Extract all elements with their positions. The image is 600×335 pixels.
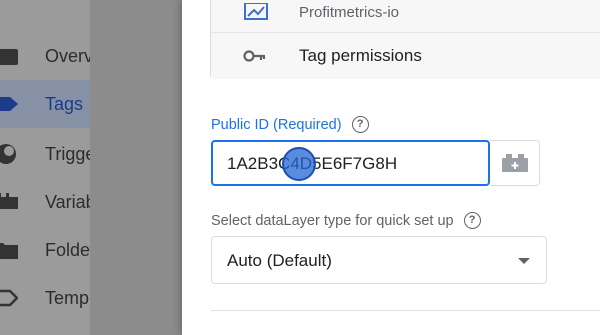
sidebar-item-variables[interactable]: Variab (0, 178, 96, 226)
template-icon (0, 289, 18, 307)
tag-permissions-row[interactable]: Tag permissions (211, 33, 600, 79)
template-row[interactable]: Profitmetrics-io (211, 0, 600, 33)
folder-icon (0, 243, 18, 259)
variable-icon (0, 193, 18, 209)
tag-permissions-label: Tag permissions (299, 46, 422, 65)
variable-picker-icon (501, 154, 528, 172)
tag-icon (0, 97, 18, 111)
sidebar-item-tags[interactable]: Tags (0, 80, 90, 128)
sidebar: Overv Tags Trigge Variab Folde Temp (0, 0, 96, 335)
key-icon (243, 50, 266, 62)
datalayer-label: Select dataLayer type for quick set up ? (211, 212, 481, 229)
sidebar-item-label: Trigge (45, 143, 96, 164)
sidebar-item-templates[interactable]: Temp (0, 274, 90, 322)
help-icon[interactable]: ? (463, 212, 481, 229)
click-indicator (282, 147, 316, 181)
public-id-input[interactable] (227, 152, 477, 176)
sidebar-item-triggers[interactable]: Trigge (0, 130, 95, 178)
overlay-scrim[interactable] (90, 0, 182, 335)
sidebar-item-label: Tags (45, 93, 84, 114)
sidebar-item-folders[interactable]: Folde (0, 226, 90, 274)
trigger-icon (0, 144, 16, 164)
template-info-card: Profitmetrics-io Tag permissions (210, 0, 600, 79)
datalayer-selected-value: Auto (Default) (227, 251, 332, 270)
folder-icon (0, 49, 18, 65)
help-icon[interactable]: ? (351, 116, 369, 133)
sidebar-item-overview[interactable]: Overv (0, 32, 94, 80)
sidebar-item-label: Folde (45, 239, 91, 260)
variable-picker-button[interactable] (490, 140, 540, 186)
sidebar-item-label: Variab (45, 191, 96, 212)
chart-icon (244, 2, 268, 20)
public-id-label-text: Public ID (Required) (211, 116, 342, 133)
datalayer-select[interactable]: Auto (Default) (211, 236, 547, 284)
sidebar-item-label: Overv (45, 45, 94, 66)
public-id-field-wrapper (211, 140, 490, 186)
template-name: Profitmetrics-io (299, 4, 400, 21)
datalayer-label-text: Select dataLayer type for quick set up (211, 212, 454, 229)
chevron-down-icon (518, 258, 530, 264)
public-id-label: Public ID (Required) ? (211, 116, 369, 133)
sidebar-item-label: Temp (45, 287, 90, 308)
tag-config-panel: Profitmetrics-io Tag permissions Public … (182, 0, 600, 335)
section-divider (211, 310, 600, 311)
